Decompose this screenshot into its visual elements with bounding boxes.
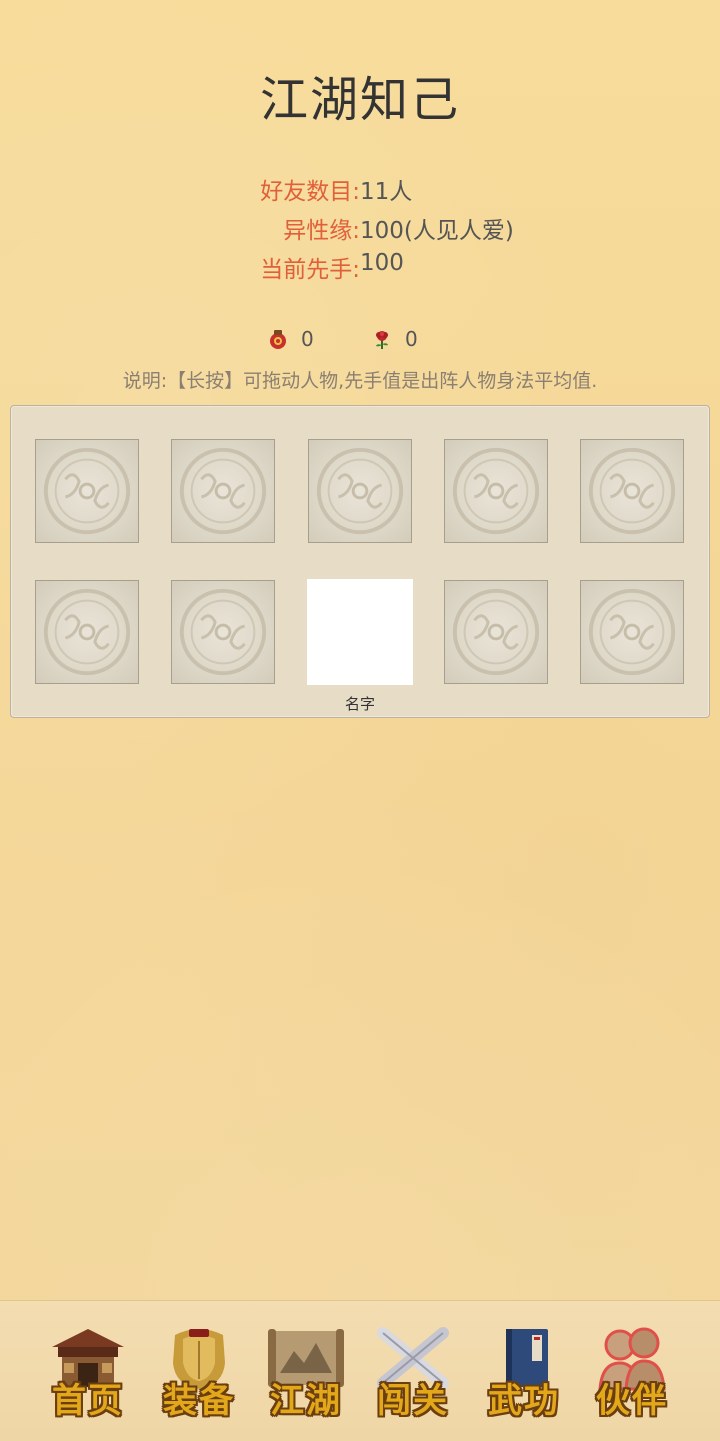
stat-friend-count: 好友数目: 11人	[0, 172, 720, 211]
nav-equipment[interactable]: 装备	[149, 1317, 249, 1427]
formation-slot[interactable]	[308, 439, 412, 543]
page-title: 江湖知己	[259, 72, 460, 128]
nav-label: 武功	[488, 1381, 560, 1421]
formation-slot[interactable]	[580, 580, 684, 684]
formation-panel: 名字	[10, 405, 710, 718]
medallion-icon	[179, 447, 267, 535]
instructions-note: 说明:【长按】可拖动人物,先手值是出阵人物身法平均值.	[122, 370, 598, 392]
stat-value: 100(人见人爱)	[360, 218, 514, 244]
rose-icon	[371, 328, 393, 350]
selected-character-slot[interactable]	[307, 579, 413, 685]
wine-jar-count: 0	[301, 327, 314, 351]
wine-jar-icon	[267, 328, 289, 350]
item-counts: 0 0	[0, 327, 720, 357]
nav-label: 首页	[52, 1381, 124, 1421]
formation-slot[interactable]	[444, 580, 548, 684]
formation-slot[interactable]	[35, 439, 139, 543]
stats-block: 好友数目: 11人 异性缘: 100(人见人爱) 当前先手: 100	[0, 172, 720, 289]
nav-martial-arts[interactable]: 武功	[474, 1317, 574, 1427]
medallion-icon	[588, 588, 676, 676]
nav-label: 伙伴	[596, 1381, 668, 1421]
nav-jianghu[interactable]: 江湖	[256, 1317, 356, 1427]
formation-slot[interactable]	[35, 580, 139, 684]
medallion-icon	[588, 447, 676, 535]
rose-count: 0	[405, 327, 418, 351]
medallion-icon	[43, 588, 131, 676]
medallion-icon	[316, 447, 404, 535]
stat-charm: 异性缘: 100(人见人爱)	[0, 211, 720, 250]
nav-home[interactable]: 首页	[38, 1317, 138, 1427]
stat-label: 异性缘:	[283, 218, 360, 244]
rose-item[interactable]: 0	[371, 327, 418, 351]
bottom-nav: 首页 装备 江湖 闯关 武功 伙伴	[0, 1300, 720, 1441]
wine-jar-item[interactable]: 0	[267, 327, 314, 351]
medallion-icon	[179, 588, 267, 676]
nav-label: 装备	[163, 1381, 235, 1421]
stat-label: 当前先手:	[260, 257, 360, 283]
medallion-icon	[43, 447, 131, 535]
stat-initiative: 当前先手: 100	[0, 250, 720, 289]
nav-challenge[interactable]: 闯关	[363, 1317, 463, 1427]
nav-label: 闯关	[377, 1381, 449, 1421]
medallion-icon	[452, 588, 540, 676]
formation-slot[interactable]	[444, 439, 548, 543]
stat-value: 11人	[360, 179, 413, 205]
stat-label: 好友数目:	[260, 179, 360, 205]
formation-slot[interactable]	[171, 439, 275, 543]
stat-value: 100	[360, 250, 404, 276]
medallion-icon	[452, 447, 540, 535]
nav-label: 江湖	[270, 1381, 342, 1421]
formation-slot[interactable]	[171, 580, 275, 684]
character-name: 名字	[344, 695, 375, 713]
nav-companions[interactable]: 伙伴	[582, 1317, 682, 1427]
formation-slot[interactable]	[580, 439, 684, 543]
